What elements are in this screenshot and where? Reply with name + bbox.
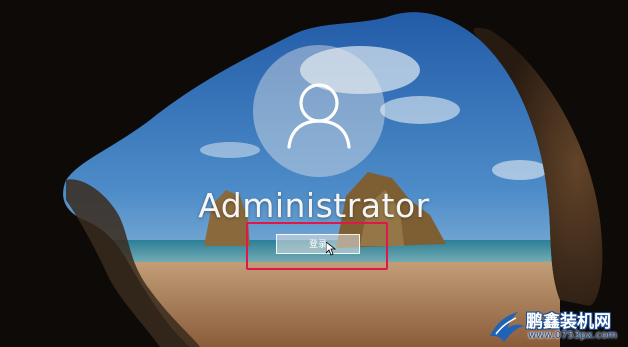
username-label: Administrator [198, 186, 430, 225]
sign-in-button[interactable]: 登录 [276, 234, 360, 254]
user-silhouette-icon [287, 83, 351, 149]
watermark-url: www.0753px.com [528, 330, 618, 341]
mouse-pointer-icon [326, 242, 336, 256]
user-avatar [253, 45, 385, 177]
watermark-title: 鹏鑫装机网 [526, 312, 611, 332]
watermark: 鹏鑫装机网 www.0753px.com [486, 306, 626, 346]
bird-logo-icon [490, 312, 524, 342]
